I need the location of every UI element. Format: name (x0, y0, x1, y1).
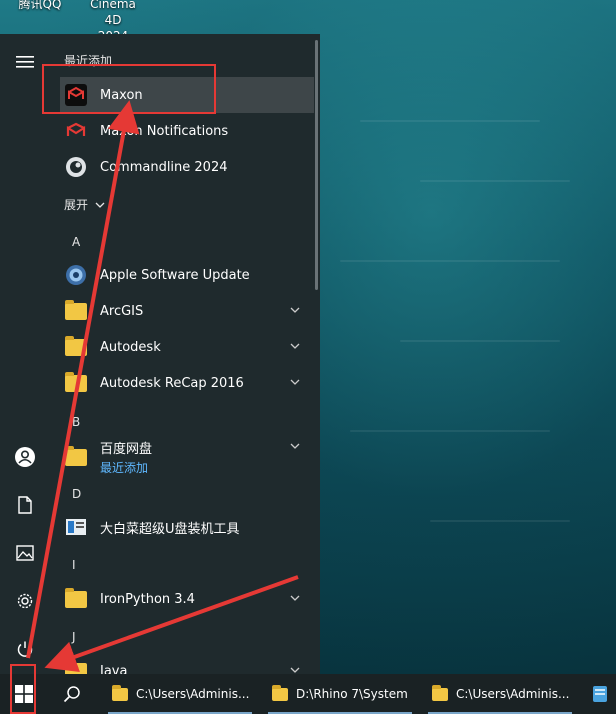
search-icon (63, 686, 80, 703)
app-label: ArcGIS (100, 303, 144, 319)
taskbar-item-label: C:\Users\Adminis... (136, 687, 250, 701)
taskbar-explorer-window-1[interactable]: C:\Users\Adminis... (104, 674, 256, 714)
app-item-java[interactable]: Java (60, 653, 314, 675)
folder-icon (64, 371, 88, 395)
app-label: Maxon Notifications (100, 123, 229, 139)
taskbar-app-partial[interactable] (586, 674, 616, 714)
highlight-box-maxon (42, 64, 216, 114)
cinema4d-icon (64, 155, 88, 179)
folder-icon (112, 684, 128, 701)
desktop-icon-qq[interactable]: 腾讯QQ (12, 0, 68, 12)
folder-icon (64, 587, 88, 611)
letter-header-i[interactable]: I (72, 558, 76, 572)
folder-icon (64, 299, 88, 323)
folder-icon (64, 659, 88, 675)
app-item-autodesk[interactable]: Autodesk (60, 329, 314, 365)
taskbar-explorer-window-2[interactable]: D:\Rhino 7\System (264, 674, 416, 714)
app-item-maxon-notifications[interactable]: Maxon Notifications (60, 113, 314, 149)
folder-icon (432, 684, 448, 701)
letter-header-b[interactable]: B (72, 415, 80, 429)
app-item-ironpython[interactable]: IronPython 3.4 (60, 581, 314, 617)
app-list-scrollbar[interactable] (315, 40, 318, 290)
chevron-down-icon (290, 307, 300, 313)
app-label: 大白菜超级U盘装机工具 (100, 521, 240, 537)
taskbar-item-label: C:\Users\Adminis... (456, 687, 570, 701)
folder-icon (64, 445, 88, 469)
start-menu: 最近添加 Maxon Maxon Notifications Commandli… (0, 34, 320, 675)
maxon-icon (64, 119, 88, 143)
power-icon[interactable] (9, 633, 41, 665)
chevron-down-icon (95, 202, 105, 208)
app-label: 百度网盘 (100, 442, 153, 457)
app-item-autodesk-recap-2016[interactable]: Autodesk ReCap 2016 (60, 365, 314, 401)
taskbar-explorer-window-3[interactable]: C:\Users\Adminis... (424, 674, 576, 714)
chevron-down-icon (290, 379, 300, 385)
usb-tool-icon (64, 515, 88, 539)
folder-icon (272, 684, 288, 701)
apple-update-icon (64, 263, 88, 287)
letter-header-a[interactable]: A (72, 235, 80, 249)
recently-added-badge: 最近添加 (100, 461, 149, 475)
hamburger-icon[interactable] (9, 46, 41, 78)
expand-label: 展开 (64, 198, 89, 212)
app-item-dabaicai-usb-tool[interactable]: 大白菜超级U盘装机工具 (60, 509, 314, 545)
letter-header-j[interactable]: J (72, 630, 76, 644)
app-item-baidu-netdisk[interactable]: 百度网盘 最近添加 (60, 435, 314, 479)
app-label: Autodesk (100, 339, 161, 355)
folder-icon (64, 335, 88, 359)
pictures-icon[interactable] (9, 537, 41, 569)
chevron-down-icon (290, 443, 300, 449)
user-icon[interactable] (9, 441, 41, 473)
app-icon (593, 686, 607, 702)
letter-header-d[interactable]: D (72, 487, 81, 501)
start-menu-rail (0, 34, 50, 675)
app-label: IronPython 3.4 (100, 591, 195, 607)
documents-icon[interactable] (9, 489, 41, 521)
highlight-box-start (10, 664, 36, 714)
chevron-down-icon (290, 343, 300, 349)
app-item-commandline-2024[interactable]: Commandline 2024 (60, 149, 314, 185)
search-button[interactable] (52, 674, 92, 714)
app-label: Autodesk ReCap 2016 (100, 375, 244, 391)
desktop-icon-label: 腾讯QQ (18, 0, 62, 11)
app-list: 最近添加 Maxon Maxon Notifications Commandli… (50, 34, 314, 675)
taskbar: C:\Users\Adminis... D:\Rhino 7\System C:… (0, 674, 616, 714)
settings-icon[interactable] (9, 585, 41, 617)
app-label-wrap: 百度网盘 最近添加 (100, 438, 152, 476)
desktop-icon-label: Cinema 4D (90, 0, 136, 27)
taskbar-item-label: D:\Rhino 7\System (296, 687, 408, 701)
app-label: Apple Software Update (100, 267, 250, 283)
app-label: Commandline 2024 (100, 159, 228, 175)
expand-toggle[interactable]: 展开 (64, 196, 105, 213)
app-item-apple-software-update[interactable]: Apple Software Update (60, 257, 314, 293)
app-item-arcgis[interactable]: ArcGIS (60, 293, 314, 329)
chevron-down-icon (290, 595, 300, 601)
